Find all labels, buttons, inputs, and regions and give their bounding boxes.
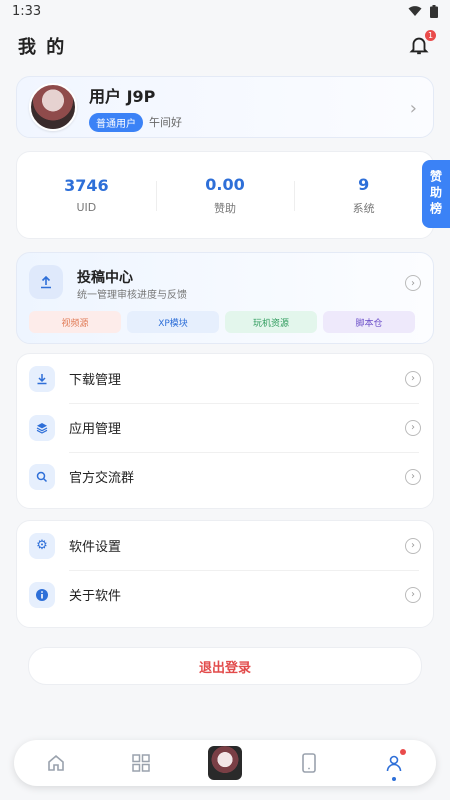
page-title: 我 的	[18, 37, 67, 58]
stat-sponsor[interactable]: 0.00 赞助	[155, 174, 295, 216]
menu-item-label: 关于软件	[69, 589, 122, 604]
chevron-right-icon: ›	[409, 98, 417, 119]
submission-center-card[interactable]: 投稿中心 统一管理审核进度与反馈 › 视频源 XP模块 玩机资源 脚本仓	[16, 252, 434, 344]
stat-label: 赞助	[214, 201, 236, 215]
greeting-text: 午间好	[149, 116, 182, 129]
menu-item-official-group[interactable]: 官方交流群 ›	[17, 452, 433, 501]
submission-title: 投稿中心	[77, 270, 133, 286]
user-name: 用户 J9P	[89, 86, 156, 106]
stat-value: 9	[358, 174, 370, 194]
pill-device-resources[interactable]: 玩机资源	[225, 311, 317, 333]
logout-button[interactable]: 退出登录	[28, 647, 422, 685]
menu-item-label: 软件设置	[69, 540, 122, 555]
search-icon	[29, 463, 55, 490]
layers-icon	[29, 414, 55, 441]
status-bar: 1:33	[0, 0, 450, 22]
active-indicator	[391, 777, 396, 781]
wifi-icon	[408, 6, 422, 16]
stat-value: 3746	[64, 176, 109, 195]
stat-label: 系统	[352, 201, 375, 215]
status-time: 1:33	[12, 3, 42, 19]
upload-icon	[29, 265, 63, 299]
notification-dot	[399, 749, 406, 755]
chevron-right-icon: ›	[405, 370, 421, 387]
menu-item-app-manager[interactable]: 应用管理 ›	[17, 403, 433, 452]
chevron-right-icon: ›	[405, 275, 421, 291]
avatar	[207, 746, 242, 780]
menu-item-label: 下载管理	[69, 373, 122, 388]
bottom-nav	[14, 740, 436, 786]
sponsor-ranking-button[interactable]: 赞助榜	[422, 160, 450, 228]
phone-icon	[302, 753, 317, 773]
notification-badge: 1	[425, 30, 436, 41]
menu-item-label: 应用管理	[69, 422, 122, 437]
stat-value: 0.00	[205, 174, 245, 194]
nav-home[interactable]	[36, 743, 76, 783]
menu-item-settings[interactable]: ⚙ 软件设置 ›	[17, 521, 433, 570]
menu-item-download-manager[interactable]: 下载管理 ›	[17, 354, 433, 403]
chevron-right-icon: ›	[405, 586, 421, 603]
gear-icon: ⚙	[29, 532, 55, 559]
chevron-right-icon: ›	[405, 468, 421, 485]
chevron-right-icon: ›	[405, 537, 421, 554]
menu-item-label: 官方交流群	[69, 471, 135, 486]
chevron-right-icon: ›	[405, 419, 421, 436]
user-level-badge: 普通用户	[89, 112, 143, 132]
download-icon	[29, 365, 55, 392]
menu-item-about[interactable]: 关于软件 ›	[17, 570, 433, 619]
notification-button[interactable]: 1	[408, 30, 436, 58]
stat-system[interactable]: 9 系统	[294, 175, 433, 216]
avatar[interactable]	[29, 83, 77, 131]
submission-subtitle: 统一管理审核进度与反馈	[77, 290, 187, 301]
grid-icon	[131, 754, 150, 772]
stat-uid[interactable]: 3746 UID	[17, 176, 156, 214]
nav-grid[interactable]	[121, 743, 161, 783]
user-icon	[386, 755, 402, 772]
stat-label: UID	[76, 201, 97, 214]
pill-xp-module[interactable]: XP模块	[127, 311, 219, 333]
nav-center-avatar[interactable]	[205, 743, 245, 783]
page-header: 我 的 1	[0, 24, 450, 68]
battery-icon	[430, 4, 438, 18]
menu-group-2: ⚙ 软件设置 › 关于软件 ›	[16, 520, 434, 628]
pill-video-source[interactable]: 视频源	[29, 311, 121, 333]
nav-device[interactable]	[289, 743, 329, 783]
home-icon	[48, 754, 64, 771]
info-icon	[29, 581, 55, 608]
stats-card: 3746 UID 0.00 赞助 9 系统	[16, 151, 434, 239]
pill-script-repo[interactable]: 脚本仓	[323, 311, 415, 333]
menu-group-1: 下载管理 › 应用管理 › 官方交流群 ›	[16, 353, 434, 509]
profile-card[interactable]: 用户 J9P 普通用户 午间好 ›	[16, 76, 434, 138]
nav-profile[interactable]	[374, 743, 414, 783]
